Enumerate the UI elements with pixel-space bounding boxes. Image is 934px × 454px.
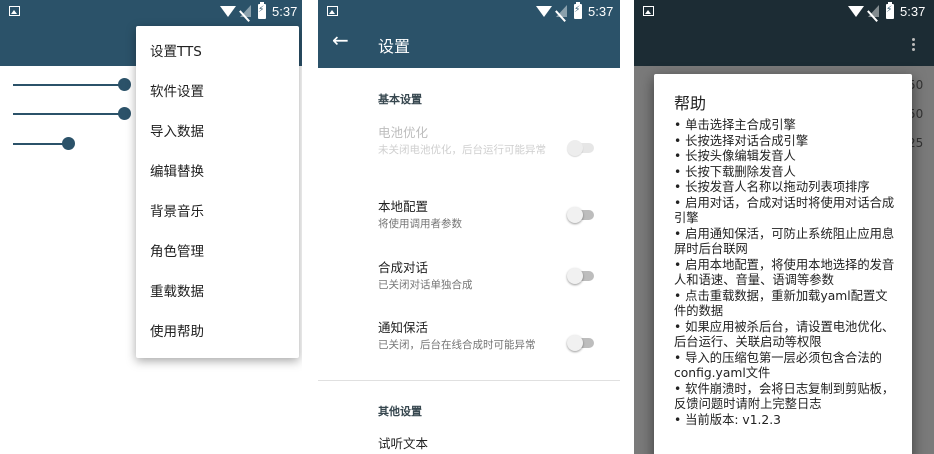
pref-title: 通知保活 bbox=[378, 320, 429, 335]
pref-title: 合成对话 bbox=[378, 260, 429, 275]
section-header-other: 其他设置 bbox=[378, 405, 422, 418]
help-item: 长按下载删除发音人 bbox=[674, 165, 899, 181]
battery-icon bbox=[886, 2, 894, 19]
wifi-icon bbox=[848, 6, 864, 17]
menu-item-tts-settings[interactable]: 设置TTS bbox=[150, 42, 202, 62]
wifi-icon bbox=[220, 6, 236, 17]
status-time: 5:37 bbox=[588, 4, 614, 19]
help-item: 启用通知保活，可防止系统阻止应用息屏时后台联网 bbox=[674, 227, 899, 258]
battery-icon bbox=[258, 2, 266, 19]
arrow-back-icon[interactable]: ← bbox=[332, 30, 349, 50]
pref-summary: 已关闭对话单独合成 bbox=[378, 279, 473, 291]
overflow-menu: 设置TTS 软件设置 导入数据 编辑替换 背景音乐 角色管理 重载数据 使用帮助 bbox=[136, 26, 299, 358]
image-notification-icon bbox=[643, 6, 654, 16]
page-title: 设置 bbox=[378, 37, 411, 56]
help-item: 软件崩溃时，会将日志复制到剪贴板，反馈问题时请附上完整日志 bbox=[674, 382, 899, 413]
pitch-slider[interactable] bbox=[13, 137, 75, 150]
pref-title: 本地配置 bbox=[378, 199, 429, 214]
menu-item-reload-data[interactable]: 重载数据 bbox=[150, 282, 204, 302]
pref-notification-keepalive[interactable]: 通知保活 已关闭，后台在线合成时可能异常 bbox=[378, 320, 558, 352]
main-screen-panel: 5:37 设置TTS 软件设置 导入数据 编辑替换 背景音乐 角色管理 重载数据… bbox=[0, 0, 302, 454]
help-item: 长按发音人名称以拖动列表项排序 bbox=[674, 180, 899, 196]
dialog-synthesis-switch[interactable] bbox=[567, 268, 594, 284]
help-dialog-panel: 5:37 50 50 25 帮助 单击选择主合成引擎 长按选择对话合成引擎 长按… bbox=[634, 0, 934, 454]
status-bar: 5:37 bbox=[318, 0, 620, 24]
pref-summary: 已关闭，后台在线合成时可能异常 bbox=[378, 339, 536, 351]
pref-local-config[interactable]: 本地配置 将使用调用者参数 bbox=[378, 199, 558, 231]
help-item: 单击选择主合成引擎 bbox=[674, 118, 899, 134]
menu-item-role-manage[interactable]: 角色管理 bbox=[150, 242, 204, 262]
help-item: 启用对话，合成对话时将使用对话合成引擎 bbox=[674, 196, 899, 227]
help-item: 当前版本: v1.2.3 bbox=[674, 413, 899, 429]
signal-icon bbox=[556, 5, 567, 17]
speed-slider[interactable] bbox=[13, 78, 131, 91]
settings-screen-panel: ← 设置 5:37 基本设置 电池优化 未关闭电池优化，后台运行可能异常 本地配… bbox=[318, 0, 620, 454]
wifi-icon bbox=[536, 6, 552, 17]
status-bar: 5:37 bbox=[634, 0, 934, 24]
status-time: 5:37 bbox=[900, 4, 926, 19]
menu-item-import-data[interactable]: 导入数据 bbox=[150, 122, 204, 142]
signal-icon bbox=[868, 5, 879, 17]
help-dialog: 帮助 单击选择主合成引擎 长按选择对话合成引擎 长按头像编辑发音人 长按下载删除… bbox=[654, 74, 912, 454]
more-vert-icon[interactable] bbox=[912, 38, 916, 53]
slider-thumb[interactable] bbox=[62, 137, 75, 150]
help-item: 长按头像编辑发音人 bbox=[674, 149, 899, 165]
help-list: 单击选择主合成引擎 长按选择对话合成引擎 长按头像编辑发音人 长按下载删除发音人… bbox=[674, 118, 899, 428]
pref-summary: 将使用调用者参数 bbox=[378, 218, 462, 230]
menu-item-app-settings[interactable]: 软件设置 bbox=[150, 82, 204, 102]
status-time: 5:37 bbox=[272, 4, 298, 19]
battery-optimization-switch bbox=[567, 140, 594, 156]
pref-battery-optimization: 电池优化 未关闭电池优化，后台运行可能异常 bbox=[378, 125, 558, 157]
help-item: 启用本地配置，将使用本地选择的发音人和语速、音量、语调等参数 bbox=[674, 258, 899, 289]
menu-item-bgm[interactable]: 背景音乐 bbox=[150, 202, 204, 222]
section-divider bbox=[318, 380, 620, 381]
image-notification-icon bbox=[327, 6, 338, 16]
pref-title: 试听文本 bbox=[378, 436, 429, 451]
help-item: 导入的压缩包第一层必须包含合法的config.yaml文件 bbox=[674, 351, 899, 382]
status-bar: 5:37 bbox=[0, 0, 302, 24]
help-item: 如果应用被杀后台，请设置电池优化、后台运行、关联启动等权限 bbox=[674, 320, 899, 351]
pref-dialog-synthesis[interactable]: 合成对话 已关闭对话单独合成 bbox=[378, 260, 558, 292]
image-notification-icon bbox=[9, 6, 20, 16]
pref-summary: 未关闭电池优化，后台运行可能异常 bbox=[378, 144, 546, 156]
slider-thumb[interactable] bbox=[118, 78, 131, 91]
menu-item-edit-replace[interactable]: 编辑替换 bbox=[150, 162, 204, 182]
dialog-title: 帮助 bbox=[674, 94, 707, 113]
pref-preview-text[interactable]: 试听文本 bbox=[378, 436, 558, 452]
help-item: 长按选择对话合成引擎 bbox=[674, 134, 899, 150]
volume-slider[interactable] bbox=[13, 107, 131, 120]
pref-title: 电池优化 bbox=[378, 125, 429, 140]
local-config-switch[interactable] bbox=[567, 207, 594, 223]
battery-icon bbox=[574, 2, 582, 19]
menu-item-help[interactable]: 使用帮助 bbox=[150, 322, 204, 342]
signal-icon bbox=[240, 5, 251, 17]
notification-keepalive-switch[interactable] bbox=[567, 335, 594, 351]
section-header-basic: 基本设置 bbox=[378, 93, 422, 106]
help-item: 点击重载数据，重新加载yaml配置文件的数据 bbox=[674, 289, 899, 320]
slider-thumb[interactable] bbox=[118, 107, 131, 120]
